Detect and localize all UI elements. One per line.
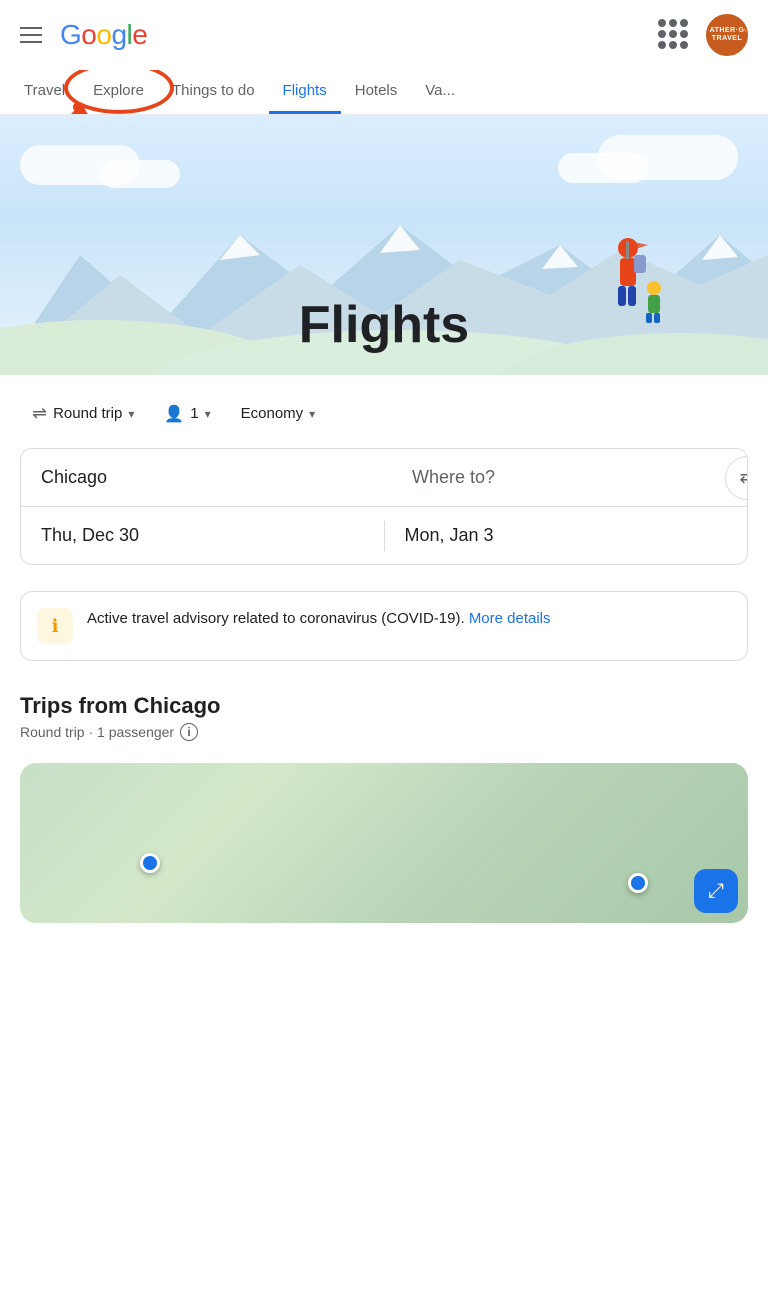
passengers-chevron: ▾ [205,407,211,421]
search-section: ⇌ Round trip ▾ 👤 1 ▾ Economy ▾ Chicago ⇄… [0,375,768,575]
avatar[interactable]: GATHER·GOTRAVEL [706,14,748,56]
round-trip-chevron: ▾ [128,407,134,421]
map-expand-button[interactable]: ⤢ [694,869,738,913]
search-fields: Chicago ⇄ Where to? Thu, Dec 30 Mon, Jan… [20,448,748,565]
person-icon: 👤 [164,404,184,424]
origin-input[interactable]: Chicago [21,449,376,506]
header-left: Google [20,19,147,51]
return-date-input[interactable]: Mon, Jan 3 [385,507,748,564]
map-section[interactable]: ⤢ [20,763,748,923]
advisory-text: Active travel advisory related to corona… [87,608,551,631]
tab-vacations[interactable]: Va... [411,70,469,114]
tab-hotels[interactable]: Hotels [341,70,412,114]
expand-icon: ⤢ [708,880,724,903]
tab-things-to-do[interactable]: Things to do [158,70,269,114]
tab-explore[interactable]: Explore [79,70,158,114]
info-icon[interactable]: i [180,723,198,741]
trips-section: Trips from Chicago Round trip · 1 passen… [0,677,768,751]
date-row: Thu, Dec 30 Mon, Jan 3 [21,507,747,564]
header-right: GATHER·GOTRAVEL [658,14,748,56]
trip-options: ⇌ Round trip ▾ 👤 1 ▾ Economy ▾ [20,395,748,432]
map-dot-origin [140,853,160,873]
hero-figures [598,233,678,323]
hamburger-menu[interactable] [20,27,42,43]
location-row: Chicago ⇄ Where to? [21,449,747,507]
google-logo: Google [60,19,147,51]
destination-input[interactable]: Where to? [376,449,747,506]
tab-flights[interactable]: Flights [269,70,341,114]
map-dot-destination [628,873,648,893]
class-button[interactable]: Economy ▾ [229,397,328,430]
advisory-icon: ℹ [37,608,73,644]
map-background [20,763,748,923]
header: Google GATHER·GOTRAVEL [0,0,768,70]
apps-grid-icon[interactable] [658,19,690,51]
hero-section: Flights [0,115,768,375]
depart-date-input[interactable]: Thu, Dec 30 [21,507,384,564]
trips-title: Trips from Chicago [20,693,748,719]
advisory-more-details-link[interactable]: More details [469,610,551,627]
nav-tabs: Travel Explore Things to do Flights Hote… [0,70,768,115]
round-trip-button[interactable]: ⇌ Round trip ▾ [20,395,146,432]
class-chevron: ▾ [309,407,315,421]
trips-subtitle: Round trip · 1 passenger i [20,723,748,741]
advisory-banner: ℹ Active travel advisory related to coro… [20,591,748,661]
swap-icon: ⇄ [739,467,748,488]
avatar-text: GATHER·GOTRAVEL [706,27,748,42]
round-trip-icon: ⇌ [32,403,47,424]
passengers-button[interactable]: 👤 1 ▾ [152,396,222,432]
tab-travel[interactable]: Travel [10,70,79,114]
